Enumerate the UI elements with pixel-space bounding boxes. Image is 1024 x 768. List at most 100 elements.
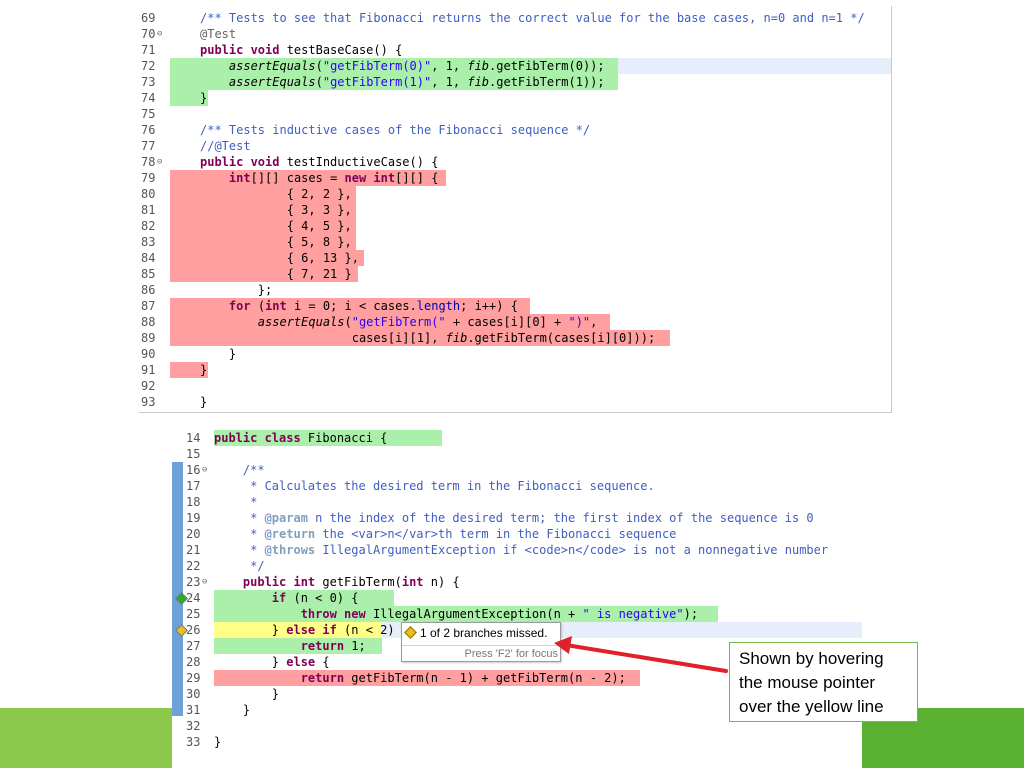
code-line[interactable]: 75 bbox=[139, 106, 891, 122]
code-text: assertEquals("getFibTerm(1)", 1, fib.get… bbox=[228, 75, 605, 89]
code-line[interactable]: 15 bbox=[172, 446, 862, 462]
tooltip-divider bbox=[402, 645, 560, 646]
test-code-editor[interactable]: 69 /** Tests to see that Fibonacci return… bbox=[139, 6, 892, 413]
line-number: 69 bbox=[141, 11, 156, 25]
code-line[interactable]: 93} bbox=[139, 394, 891, 410]
code-text: /** Tests to see that Fibonacci returns … bbox=[200, 11, 865, 25]
code-text: public int getFibTerm(int n) { bbox=[214, 575, 460, 589]
fold-toggle-icon[interactable]: ⊖ bbox=[202, 574, 207, 590]
callout-line-3: over the yellow line bbox=[739, 697, 884, 716]
line-number: 81 bbox=[141, 203, 156, 217]
code-line[interactable]: 16 ⊖ /** bbox=[172, 462, 862, 478]
line-number: 27 bbox=[186, 639, 201, 653]
code-line[interactable]: 89 cases[i][1], fib.getFibTerm(cases[i][… bbox=[139, 330, 891, 346]
code-text: assertEquals("getFibTerm(0)", 1, fib.get… bbox=[228, 59, 605, 73]
line-number: 78 bbox=[141, 155, 156, 169]
code-line[interactable]: 72 assertEquals("getFibTerm(0)", 1, fib.… bbox=[139, 58, 891, 74]
code-line[interactable]: 17 * Calculates the desired term in the … bbox=[172, 478, 862, 494]
line-number: 87 bbox=[141, 299, 156, 313]
line-number: 25 bbox=[186, 607, 201, 621]
code-text: * @return the <var>n</var>th term in the… bbox=[214, 527, 677, 541]
line-number: 72 bbox=[141, 59, 156, 73]
code-line[interactable]: 22 */ bbox=[172, 558, 862, 574]
code-text: assertEquals("getFibTerm(" + cases[i][0]… bbox=[257, 315, 598, 329]
fold-toggle-icon[interactable]: ⊖ bbox=[157, 26, 162, 42]
code-text: public class Fibonacci { bbox=[214, 431, 388, 445]
code-text: */ bbox=[214, 559, 265, 573]
code-text: { 2, 2 }, bbox=[200, 187, 352, 201]
code-text: { 4, 5 }, bbox=[200, 219, 352, 233]
line-number: 79 bbox=[141, 171, 156, 185]
code-line[interactable]: 81 { 3, 3 }, bbox=[139, 202, 891, 218]
code-text: if (n < 0) { bbox=[271, 591, 359, 605]
fold-toggle-icon[interactable]: ⊖ bbox=[202, 462, 207, 478]
code-line[interactable]: 74} bbox=[139, 90, 891, 106]
line-number: 84 bbox=[141, 251, 156, 265]
coverage-tooltip[interactable]: 1 of 2 branches missed. Press 'F2' for f… bbox=[401, 622, 561, 662]
tooltip-message: 1 of 2 branches missed. bbox=[420, 626, 548, 640]
code-text: * @throws IllegalArgumentException if <c… bbox=[214, 543, 829, 557]
code-text: { 7, 21 } bbox=[200, 267, 352, 281]
line-number: 74 bbox=[141, 91, 156, 105]
footer-band-left bbox=[0, 708, 172, 768]
code-text: } bbox=[200, 91, 208, 105]
code-line[interactable]: 85 { 7, 21 } bbox=[139, 266, 891, 282]
code-line[interactable]: 69 /** Tests to see that Fibonacci return… bbox=[139, 10, 891, 26]
code-line[interactable]: 92 bbox=[139, 378, 891, 394]
line-number: 92 bbox=[141, 379, 156, 393]
code-line[interactable]: 80 { 2, 2 }, bbox=[139, 186, 891, 202]
code-text: } else if (n < 2) { bbox=[214, 623, 410, 637]
line-number: 23 bbox=[186, 575, 201, 589]
line-number: 14 bbox=[186, 431, 201, 445]
fold-toggle-icon[interactable]: ⊖ bbox=[157, 154, 162, 170]
line-number: 70 bbox=[141, 27, 156, 41]
code-line[interactable]: 83 { 5, 8 }, bbox=[139, 234, 891, 250]
code-line[interactable]: 33} bbox=[172, 734, 862, 750]
code-line[interactable]: 86 }; bbox=[139, 282, 891, 298]
line-number: 19 bbox=[186, 511, 201, 525]
code-line[interactable]: 76 /** Tests inductive cases of the Fibon… bbox=[139, 122, 891, 138]
code-text: * Calculates the desired term in the Fib… bbox=[214, 479, 655, 493]
code-line[interactable]: 70 ⊖ @Test bbox=[139, 26, 891, 42]
callout-line-2: the mouse pointer bbox=[739, 673, 876, 692]
code-line[interactable]: 21 * @throws IllegalArgumentException if… bbox=[172, 542, 862, 558]
line-number: 30 bbox=[186, 687, 201, 701]
code-line[interactable]: 90 } bbox=[139, 346, 891, 362]
code-line[interactable]: 14 public class Fibonacci { bbox=[172, 430, 862, 446]
line-number: 86 bbox=[141, 283, 156, 297]
callout-line-1: Shown by hovering bbox=[739, 649, 884, 668]
code-line[interactable]: 25 throw new IllegalArgumentException(n … bbox=[172, 606, 862, 622]
code-line[interactable]: 88 assertEquals("getFibTerm(" + cases[i]… bbox=[139, 314, 891, 330]
line-number: 31 bbox=[186, 703, 201, 717]
code-text: @Test bbox=[200, 27, 237, 41]
line-number: 89 bbox=[141, 331, 156, 345]
code-line[interactable]: 91} bbox=[139, 362, 891, 378]
code-text: public void testBaseCase() { bbox=[200, 43, 403, 57]
code-text: * bbox=[214, 495, 258, 509]
code-line[interactable]: 23 ⊖ public int getFibTerm(int n) { bbox=[172, 574, 862, 590]
code-text: int[][] cases = new int[][] { bbox=[228, 171, 439, 185]
code-text: } bbox=[214, 703, 251, 717]
code-line[interactable]: 78 ⊖ public void testInductiveCase() { bbox=[139, 154, 891, 170]
code-line[interactable]: 77 //@Test bbox=[139, 138, 891, 154]
code-line[interactable]: 19 * @param n the index of the desired t… bbox=[172, 510, 862, 526]
code-line[interactable]: 18 * bbox=[172, 494, 862, 510]
line-number: 17 bbox=[186, 479, 201, 493]
line-number: 16 bbox=[186, 463, 201, 477]
code-text: } else { bbox=[214, 655, 330, 669]
line-number: 32 bbox=[186, 719, 201, 733]
line-number: 80 bbox=[141, 187, 156, 201]
line-number: 15 bbox=[186, 447, 201, 461]
line-number: 76 bbox=[141, 123, 156, 137]
code-line[interactable]: 20 * @return the <var>n</var>th term in … bbox=[172, 526, 862, 542]
code-line[interactable]: 71 public void testBaseCase() { bbox=[139, 42, 891, 58]
code-line[interactable]: 84 { 6, 13 }, bbox=[139, 250, 891, 266]
code-text: { 6, 13 }, bbox=[200, 251, 359, 265]
code-line[interactable]: 79 int[][] cases = new int[][] { bbox=[139, 170, 891, 186]
partial-coverage-icon bbox=[404, 626, 417, 639]
code-line[interactable]: 24 if (n < 0) { bbox=[172, 590, 862, 606]
code-line[interactable]: 82 { 4, 5 }, bbox=[139, 218, 891, 234]
code-line[interactable]: 73 assertEquals("getFibTerm(1)", 1, fib.… bbox=[139, 74, 891, 90]
code-text: return 1; bbox=[300, 639, 366, 653]
code-line[interactable]: 87 for (int i = 0; i < cases.length; i++… bbox=[139, 298, 891, 314]
